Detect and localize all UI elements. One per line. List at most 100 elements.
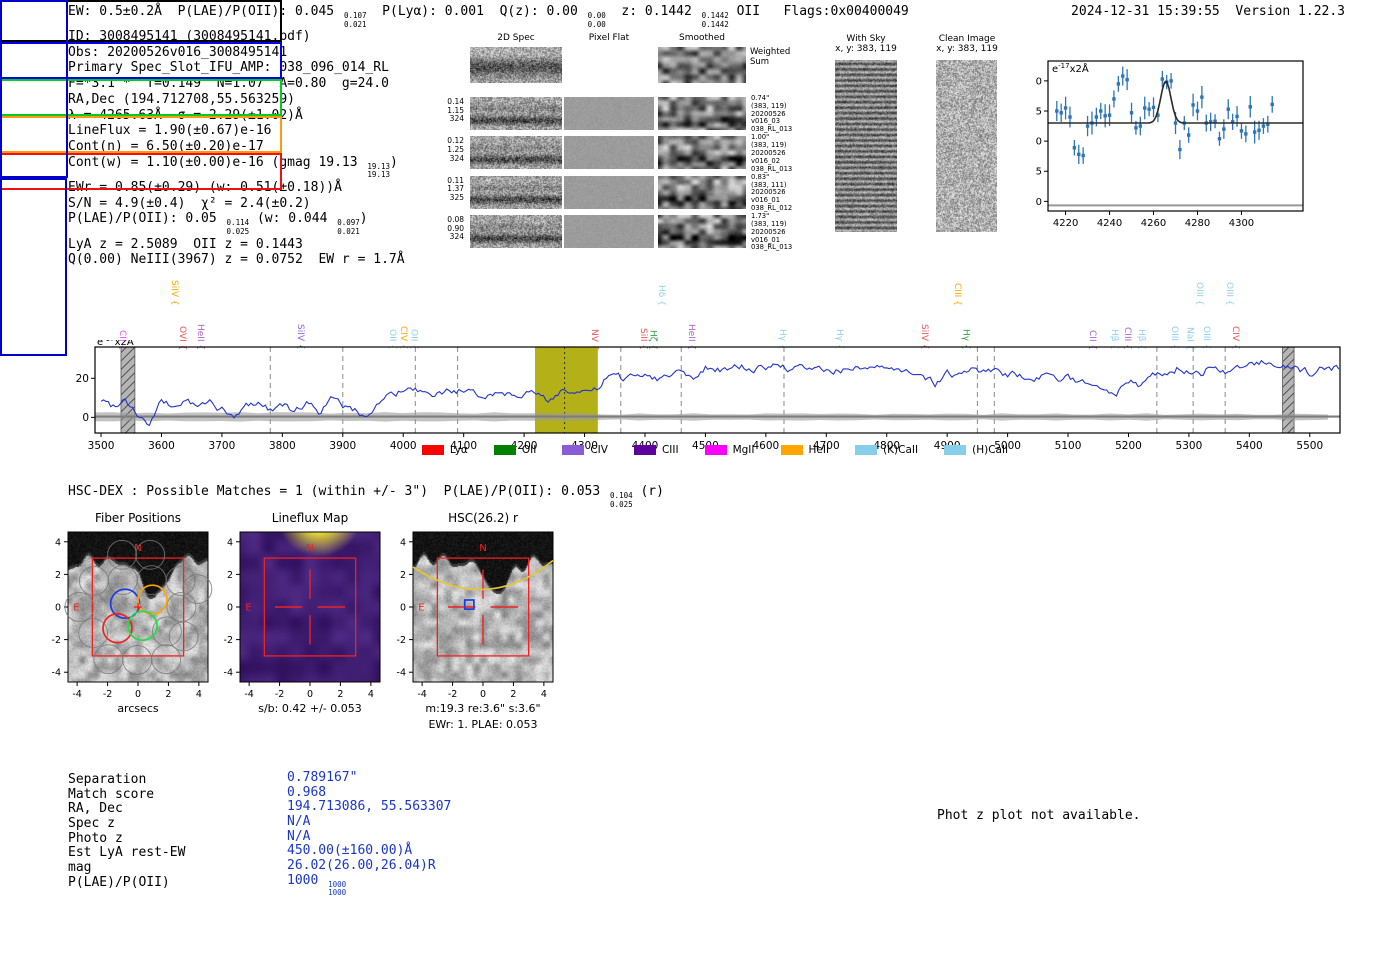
- legend-swatch: [944, 445, 967, 455]
- fiber-circle: [151, 644, 182, 675]
- match-row-label: RA, Dec: [68, 801, 123, 817]
- emission-line-label: CIII {: [952, 283, 963, 306]
- legend-swatch: [633, 445, 656, 455]
- svg-text:0: 0: [55, 603, 61, 614]
- legend-item: CIV: [562, 444, 608, 456]
- svg-text:4220: 4220: [1053, 218, 1078, 229]
- fiber-circle: [93, 644, 124, 675]
- cutout-overlay: -4 -4 -2 -2 0 0 2 2 4 4 N E: [224, 531, 381, 700]
- legend-swatch: [493, 445, 516, 455]
- svg-text:0: 0: [480, 689, 486, 700]
- svg-text:4240: 4240: [1097, 218, 1122, 229]
- line-fit-inset-plot: 4220 4240 4260 4280 4300 0 5 10 15 20 e-17x2Å: [1035, 48, 1365, 233]
- match-table-row: P(LAE)/P(OII) 1000 1000 1000: [68, 873, 628, 897]
- emission-line-label: Hδ {: [655, 285, 666, 306]
- svg-text:2: 2: [400, 570, 406, 581]
- legend-swatch: [780, 445, 803, 455]
- fiber-circle: [78, 565, 109, 596]
- inset-plot-svg: 4220 4240 4260 4280 4300 0 5 10 15 20 e-17x2Å: [1035, 60, 1304, 229]
- svg-text:4300: 4300: [1229, 218, 1254, 229]
- svg-text:0: 0: [1036, 197, 1042, 208]
- svg-text:2: 2: [55, 570, 61, 581]
- svg-text:-2: -2: [52, 635, 61, 646]
- svg-text:0: 0: [82, 412, 89, 424]
- legend-item: (H)CaII: [944, 444, 1008, 456]
- svg-text:0: 0: [307, 689, 313, 700]
- svg-text:15: 15: [1035, 107, 1042, 118]
- svg-text:-4: -4: [72, 689, 81, 700]
- legend-swatch: [855, 445, 878, 455]
- emission-line-label: OIII {: [1224, 282, 1234, 306]
- svg-text:4: 4: [400, 537, 406, 548]
- emission-line-label: SiIV {: [168, 280, 179, 306]
- with-sky-image: [835, 60, 897, 232]
- svg-text:0: 0: [227, 603, 233, 614]
- matched-object-box: [463, 599, 475, 610]
- match-row-value: 26.02(26.00,26.04)R: [287, 858, 436, 874]
- svg-text:4: 4: [55, 537, 61, 548]
- match-row-value: 1000 1000 1000: [287, 872, 347, 898]
- legend-item: Lyα: [421, 444, 468, 456]
- match-row-label: mag: [68, 860, 92, 876]
- match-row-label: Match score: [68, 786, 155, 802]
- svg-text:4: 4: [196, 689, 202, 700]
- match-table-row: Separation 0.789167": [68, 770, 628, 787]
- elixer-report-page: EW: 0.5±0.2Å P(LAE)/P(OII): 0.045 0.107 0…: [0, 0, 1400, 953]
- compass-east: E: [73, 603, 79, 614]
- svg-text:-2: -2: [275, 689, 284, 700]
- cutout-title: HSC(26.2) r: [448, 511, 518, 525]
- cutout-title: Lineflux Map: [271, 511, 349, 525]
- legend-swatch: [704, 445, 727, 455]
- match-row-value: 0.789167": [287, 770, 358, 785]
- legend-item: CIII: [633, 444, 679, 456]
- match-row-value: N/A: [287, 828, 311, 844]
- sky-panel-title: Clean Image x, y: 383, 119: [936, 34, 998, 55]
- stacked-fraction: 1000 1000: [328, 879, 347, 898]
- svg-text:4260: 4260: [1141, 218, 1166, 229]
- svg-text:5: 5: [1036, 167, 1042, 178]
- svg-text:2: 2: [227, 570, 233, 581]
- compass-north: N: [306, 543, 313, 554]
- svg-text:-2: -2: [448, 689, 457, 700]
- legend-item: OII: [493, 444, 536, 456]
- svg-text:4: 4: [368, 689, 374, 700]
- cutout-caption: EWr: 1. PLAE: 0.053: [428, 718, 538, 731]
- fiber-circle: [135, 539, 166, 570]
- legend-swatch: [421, 445, 444, 455]
- svg-text:-2: -2: [397, 635, 406, 646]
- svg-text:20: 20: [76, 373, 89, 385]
- svg-text:4280: 4280: [1185, 218, 1210, 229]
- legend-label: Lyα: [449, 444, 468, 456]
- svg-text:-4: -4: [417, 689, 426, 700]
- spectrum-line-labels: CII {SiIV {OVI {HeII {SiIV {OII {CIV {OI…: [65, 256, 1365, 350]
- legend-label: (H)CaII: [972, 444, 1009, 456]
- spectrum-legend: Lyα OII CIV CIII MgII HeII (K)CaII (H)CaII: [65, 444, 1365, 456]
- legend-item: (K)CaII: [855, 444, 918, 456]
- svg-text:2: 2: [337, 689, 343, 700]
- svg-text:-4: -4: [52, 668, 61, 679]
- match-row-value: 194.713086, 55.563307: [287, 799, 452, 815]
- svg-text:4: 4: [541, 689, 547, 700]
- svg-text:-4: -4: [244, 689, 253, 700]
- match-row-value: N/A: [287, 814, 311, 830]
- cutout-caption: s/b: 0.42 +/- 0.053: [258, 702, 362, 715]
- match-table-row: RA, Dec 194.713086, 55.563307: [68, 799, 628, 817]
- clean-image: [936, 60, 997, 232]
- fiber-circle: [107, 539, 137, 570]
- match-table-row: mag 26.02(26.00,26.04)R: [68, 858, 628, 876]
- sky-panel-title: With Sky x, y: 383, 119: [835, 34, 897, 55]
- svg-text:-2: -2: [224, 635, 233, 646]
- cutout-title: Fiber Positions: [94, 511, 182, 525]
- svg-text:10: 10: [1035, 137, 1042, 148]
- emission-line-label: OIII {: [1193, 282, 1204, 306]
- svg-text:2: 2: [165, 689, 171, 700]
- svg-text:-2: -2: [103, 689, 112, 700]
- legend-label: HeII: [808, 444, 830, 456]
- svg-text:-4: -4: [397, 668, 406, 679]
- legend-label: CIV: [590, 444, 608, 456]
- legend-swatch: [562, 445, 585, 455]
- fiber-circle: [122, 645, 153, 675]
- compass-north: N: [479, 543, 486, 554]
- svg-text:0: 0: [400, 603, 406, 614]
- match-row-label: Spec z: [68, 816, 115, 832]
